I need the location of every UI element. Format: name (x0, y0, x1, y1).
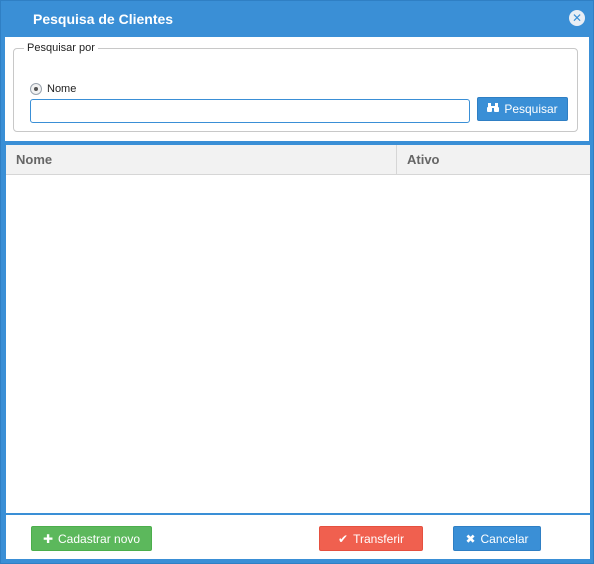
transfer-label: Transferir (353, 531, 404, 546)
radio-dot-icon (34, 87, 38, 91)
transfer-button[interactable]: ✔ Transferir (319, 526, 423, 551)
column-header-ativo[interactable]: Ativo (396, 145, 590, 174)
search-panel: Pesquisar por Nome (5, 37, 589, 141)
fieldset-legend: Pesquisar por (24, 42, 98, 54)
close-icon[interactable]: ✕ (569, 10, 585, 26)
search-input[interactable] (30, 99, 470, 123)
plus-icon: ✚ (42, 531, 53, 546)
binoculars-icon (487, 102, 500, 116)
radio-button[interactable] (30, 83, 42, 95)
dialog-window: Pesquisa de Clientes ✕ Pesquisar por Nom… (0, 0, 594, 564)
dialog-title: Pesquisa de Clientes (33, 11, 174, 27)
add-new-button[interactable]: ✚ Cadastrar novo (31, 526, 152, 551)
radio-label: Nome (47, 83, 77, 95)
radio-option-nome[interactable]: Nome (30, 83, 76, 95)
search-button[interactable]: Pesquisar (477, 97, 568, 121)
check-icon: ✔ (338, 531, 349, 546)
add-new-label: Cadastrar novo (58, 531, 141, 546)
results-grid: Nome Ativo (6, 143, 590, 513)
title-bar: Pesquisa de Clientes ✕ (1, 1, 593, 37)
grid-header: Nome Ativo (6, 145, 590, 175)
cancel-label: Cancelar (480, 531, 529, 546)
search-button-label: Pesquisar (504, 102, 558, 116)
column-header-nome[interactable]: Nome (16, 145, 52, 174)
x-icon: ✖ (465, 531, 476, 546)
cancel-button[interactable]: ✖ Cancelar (453, 526, 541, 551)
